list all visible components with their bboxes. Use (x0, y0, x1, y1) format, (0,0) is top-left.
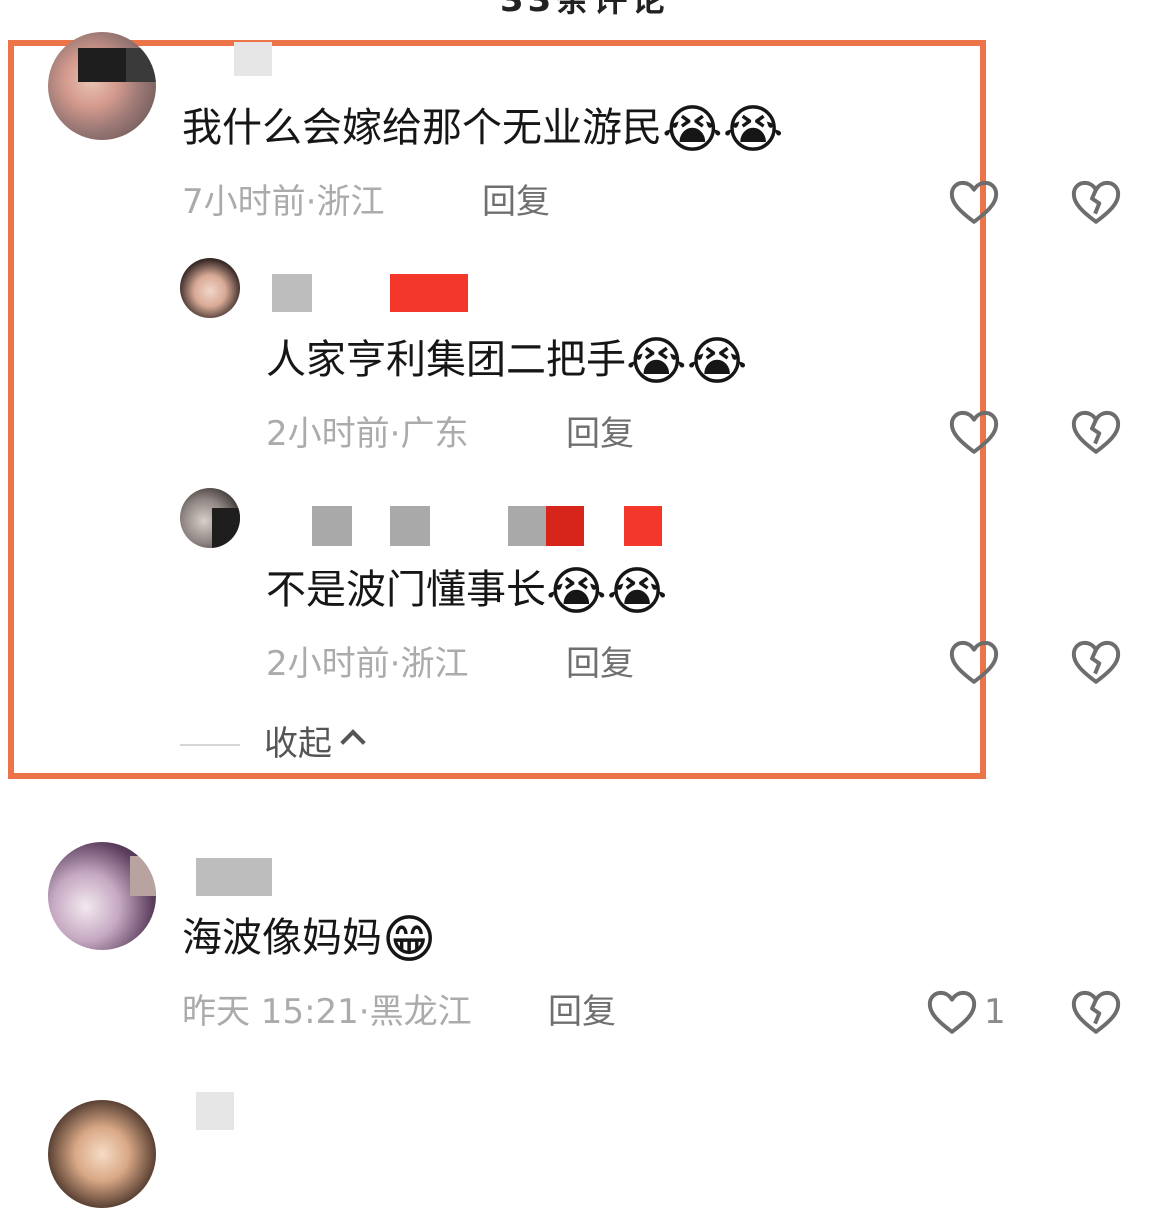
avatar[interactable] (180, 258, 240, 318)
meta-separator: · (305, 182, 317, 222)
heart-outline-icon[interactable] (946, 634, 1002, 690)
username-masked[interactable] (234, 42, 272, 76)
collapse-divider (180, 744, 240, 746)
crying-emoji: 😭 (606, 562, 668, 622)
crying-emoji: 😭 (546, 562, 607, 622)
username-masked (508, 506, 548, 546)
reply-location: 广东 (400, 414, 469, 454)
username-masked[interactable] (272, 274, 312, 312)
chevron-up-icon (340, 729, 366, 755)
meta-separator: · (389, 644, 401, 684)
meta-separator: · (389, 414, 401, 454)
comment-time: 7小时前 (182, 182, 306, 222)
avatar[interactable] (48, 1100, 156, 1208)
author-badge-masked (624, 506, 662, 546)
author-badge-masked (546, 506, 584, 546)
username-masked[interactable] (196, 858, 272, 896)
heart-outline-icon[interactable] (946, 174, 1002, 230)
comment-body: 我什么会嫁给那个无业游民 (182, 105, 662, 151)
reply-meta: 2小时前·浙江 (266, 642, 468, 686)
reply-meta: 2小时前·广东 (266, 412, 468, 456)
username-masked[interactable] (196, 1092, 234, 1130)
comment-body: 海波像妈妈 (182, 915, 382, 961)
broken-heart-icon[interactable] (1068, 984, 1124, 1040)
broken-heart-icon[interactable] (1068, 404, 1124, 460)
comment-meta: 昨天 15:21·黑龙江 (182, 990, 472, 1034)
comment-text: 海波像妈妈😁 (182, 912, 436, 966)
avatar[interactable] (180, 488, 240, 548)
grinning-emoji: 😁 (382, 910, 437, 970)
crying-emoji: 😭 (722, 100, 784, 160)
username-masked[interactable] (312, 506, 352, 546)
crying-emoji: 😭 (686, 332, 748, 392)
reply-time: 2小时前 (266, 414, 390, 454)
author-badge-masked (390, 274, 468, 312)
crying-emoji: 😭 (626, 332, 687, 392)
comment-time: 昨天 15:21 (182, 992, 359, 1032)
reply-body: 不是波门懂事长 (266, 567, 546, 613)
crying-emoji: 😭 (662, 100, 723, 160)
reply-text: 人家亨利集团二把手😭😭 (266, 334, 748, 388)
reply-button[interactable]: 回复 (566, 642, 634, 686)
like-count: 1 (984, 992, 1006, 1032)
broken-heart-icon[interactable] (1068, 634, 1124, 690)
avatar[interactable] (48, 32, 156, 140)
comment-location: 浙江 (316, 182, 385, 222)
reply-button[interactable]: 回复 (566, 412, 634, 456)
meta-separator: · (358, 992, 370, 1032)
avatar[interactable] (48, 842, 156, 950)
heart-outline-icon[interactable] (946, 404, 1002, 460)
reply-button[interactable]: 回复 (482, 180, 550, 224)
reply-time: 2小时前 (266, 644, 390, 684)
reply-text: 不是波门懂事长😭😭 (266, 564, 668, 618)
comment-location: 黑龙江 (369, 992, 472, 1032)
comment-text: 我什么会嫁给那个无业游民😭😭 (182, 102, 784, 156)
comment-count-header: 33条评论 (500, 0, 670, 20)
heart-outline-icon[interactable] (924, 984, 980, 1040)
broken-heart-icon[interactable] (1068, 174, 1124, 230)
collapse-label: 收起 (264, 724, 332, 764)
reply-button[interactable]: 回复 (548, 990, 616, 1034)
reply-body: 人家亨利集团二把手 (266, 337, 626, 383)
username-masked (390, 506, 430, 546)
collapse-replies-button[interactable]: 收起 (264, 722, 366, 766)
comment-meta: 7小时前·浙江 (182, 180, 384, 224)
reply-location: 浙江 (400, 644, 469, 684)
